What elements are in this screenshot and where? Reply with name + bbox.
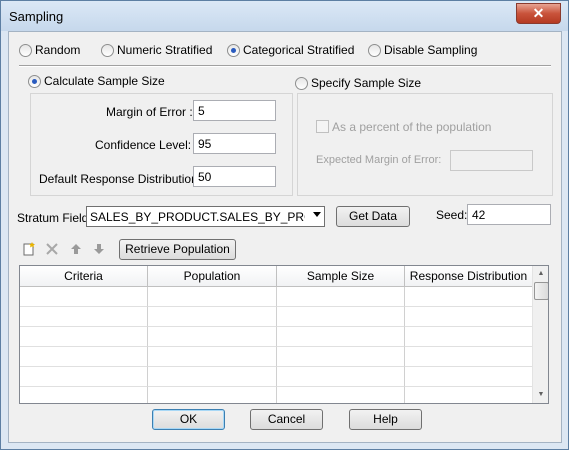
scroll-down-icon[interactable]: ▼ (533, 387, 548, 403)
specify-group (297, 93, 553, 196)
chevron-down-icon (313, 212, 321, 217)
radio-disable-sampling[interactable] (368, 44, 381, 57)
column-population[interactable]: Population (148, 266, 277, 287)
radio-random[interactable] (19, 44, 32, 57)
stratum-field-value: SALES_BY_PRODUCT.SALES_BY_PRODUCT (90, 210, 305, 224)
column-sample-size[interactable]: Sample Size (277, 266, 405, 287)
new-row-icon[interactable] (21, 241, 37, 257)
margin-of-error-label: Margin of Error : (106, 105, 193, 119)
radio-categorical-stratified-label[interactable]: Categorical Stratified (243, 43, 354, 57)
close-button[interactable]: ✕ (516, 3, 561, 24)
table-row[interactable] (20, 347, 533, 367)
seed-label: Seed: (436, 208, 468, 222)
default-response-distribution-input[interactable]: 50 (193, 166, 276, 187)
arrow-down-icon[interactable] (91, 241, 107, 257)
table-row[interactable] (20, 367, 533, 387)
window-title: Sampling (9, 9, 64, 24)
ok-button[interactable]: OK (152, 409, 225, 430)
mode-separator (19, 65, 551, 67)
radio-specify-sample-size[interactable] (295, 77, 308, 90)
title-bar[interactable]: Sampling ✕ (1, 1, 568, 31)
confidence-level-label: Confidence Level: (95, 138, 192, 152)
scroll-up-icon[interactable]: ▲ (533, 266, 548, 282)
grid-header: Criteria Population Sample Size Response… (20, 266, 533, 287)
scroll-thumb[interactable] (534, 282, 548, 300)
radio-random-label[interactable]: Random (35, 43, 80, 57)
retrieve-population-button[interactable]: Retrieve Population (119, 239, 236, 260)
dialog-body: Random Numeric Stratified Categorical St… (8, 31, 562, 443)
stratum-field-label: Stratum Field: (17, 211, 92, 225)
confidence-level-input[interactable]: 95 (193, 133, 276, 154)
stratum-field-select[interactable]: SALES_BY_PRODUCT.SALES_BY_PRODUCT (86, 206, 325, 227)
column-response-distribution[interactable]: Response Distribution (405, 266, 533, 287)
expected-margin-label: Expected Margin of Error: (316, 154, 442, 166)
percent-of-population-label: As a percent of the population (332, 120, 492, 134)
strata-grid[interactable]: Criteria Population Sample Size Response… (19, 265, 549, 404)
percent-of-population-checkbox[interactable] (316, 120, 329, 133)
seed-input[interactable]: 42 (467, 204, 551, 225)
default-response-distribution-label: Default Response Distribution: (39, 172, 202, 186)
table-row[interactable] (20, 387, 533, 403)
radio-calculate-sample-size[interactable] (28, 75, 41, 88)
table-row[interactable] (20, 307, 533, 327)
radio-disable-sampling-label[interactable]: Disable Sampling (384, 43, 477, 57)
margin-of-error-input[interactable]: 5 (193, 100, 276, 121)
arrow-up-icon[interactable] (68, 241, 84, 257)
get-data-button[interactable]: Get Data (336, 206, 410, 227)
expected-margin-input[interactable] (450, 150, 533, 171)
calculate-sample-size-label[interactable]: Calculate Sample Size (44, 74, 165, 88)
specify-sample-size-label[interactable]: Specify Sample Size (311, 76, 421, 90)
help-button[interactable]: Help (349, 409, 422, 430)
close-icon: ✕ (532, 5, 545, 21)
sampling-dialog: Sampling ✕ Random Numeric Stratified Cat… (0, 0, 569, 450)
radio-categorical-stratified[interactable] (227, 44, 240, 57)
table-row[interactable] (20, 287, 533, 307)
column-criteria[interactable]: Criteria (20, 266, 148, 287)
table-row[interactable] (20, 327, 533, 347)
delete-icon[interactable] (44, 241, 60, 257)
grid-vertical-scrollbar[interactable]: ▲ ▼ (532, 266, 548, 403)
radio-numeric-stratified[interactable] (101, 44, 114, 57)
cancel-button[interactable]: Cancel (250, 409, 323, 430)
radio-numeric-stratified-label[interactable]: Numeric Stratified (117, 43, 212, 57)
